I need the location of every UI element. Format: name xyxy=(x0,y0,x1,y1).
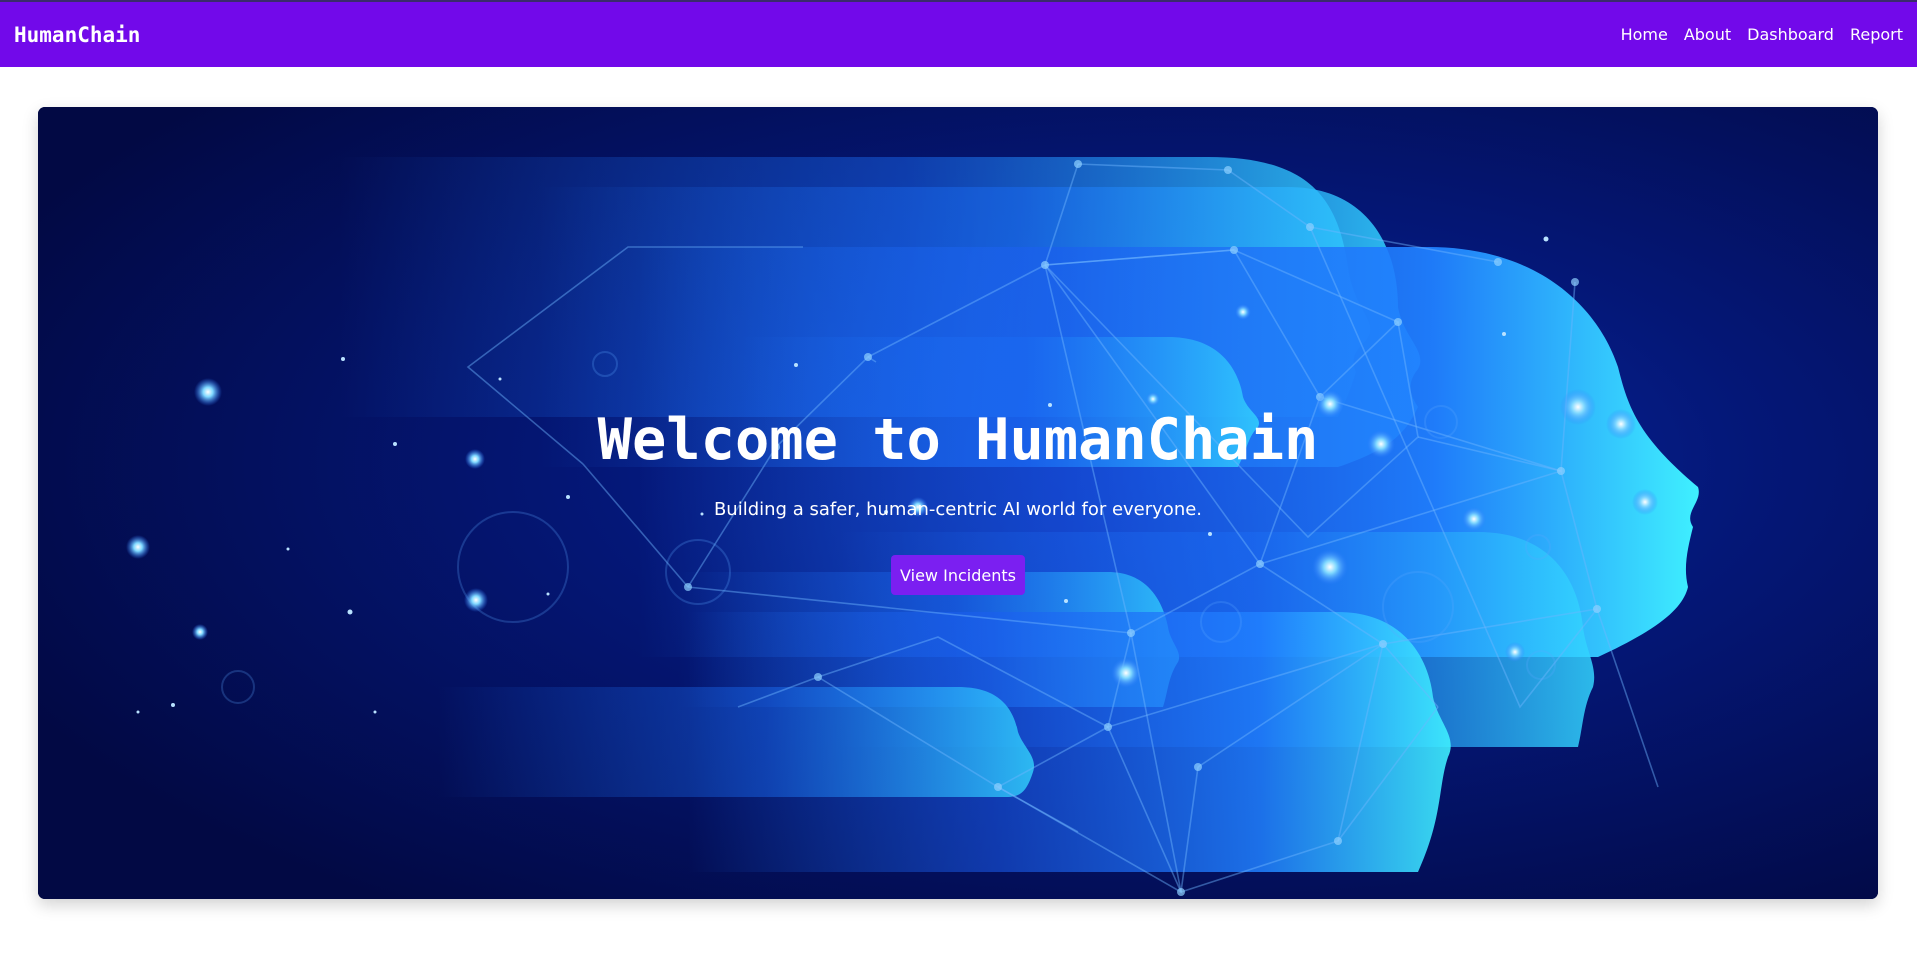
nav-link-about[interactable]: About xyxy=(1684,25,1731,44)
nav-link-report[interactable]: Report xyxy=(1850,25,1903,44)
hero-banner: Welcome to HumanChain Building a safer, … xyxy=(38,107,1878,899)
brand-logo[interactable]: HumanChain xyxy=(14,23,140,47)
nav-link-home[interactable]: Home xyxy=(1621,25,1668,44)
hero-content: Welcome to HumanChain Building a safer, … xyxy=(38,107,1878,899)
hero-title: Welcome to HumanChain xyxy=(597,407,1319,473)
hero-subtitle: Building a safer, human-centric AI world… xyxy=(713,499,1203,520)
nav-links: Home About Dashboard Report xyxy=(1621,25,1903,44)
top-navbar: HumanChain Home About Dashboard Report xyxy=(0,0,1917,67)
view-incidents-button[interactable]: View Incidents xyxy=(891,555,1025,595)
nav-link-dashboard[interactable]: Dashboard xyxy=(1747,25,1834,44)
